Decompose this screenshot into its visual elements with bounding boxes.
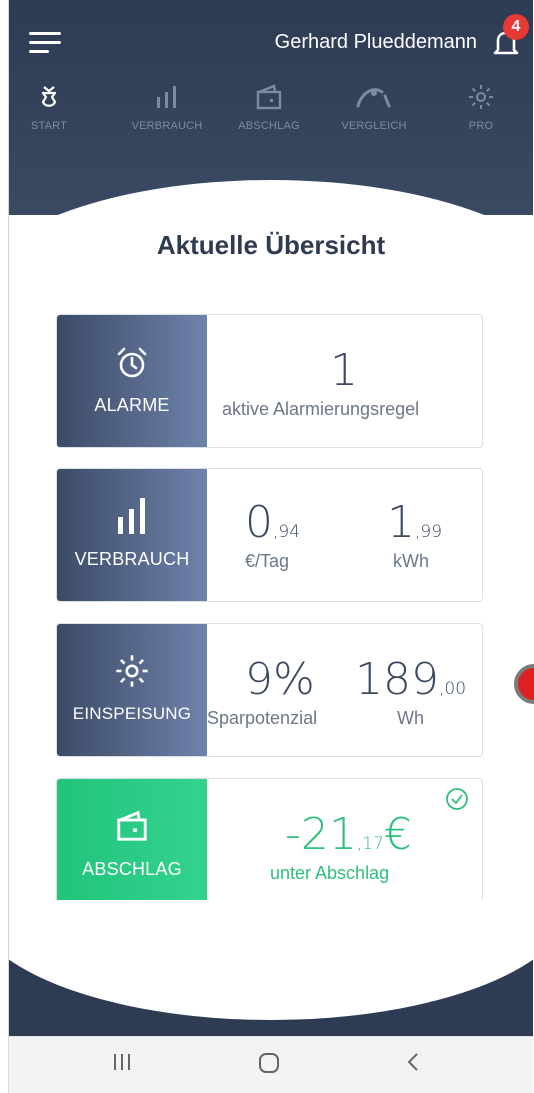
abschlag-dec: ,17 — [356, 834, 384, 854]
abschlag-int: -21 — [285, 809, 357, 860]
energy-dec: ,99 — [415, 522, 443, 542]
nav-start[interactable]: START — [9, 84, 97, 132]
alarm-caption: aktive Alarmierungsregel — [222, 399, 420, 419]
nav-pro[interactable]: PRO — [433, 84, 529, 132]
back-icon — [407, 1053, 418, 1071]
energy-value: 1,99 — [387, 497, 442, 548]
gauge-icon — [356, 88, 391, 108]
top-nav: START VERBRAUCH ABSCHLAG VERGLEICH PRO — [9, 84, 533, 144]
start-icon — [41, 86, 57, 107]
einspeisung-card-header: EINSPEISUNG — [57, 624, 207, 756]
abschlag-label: ABSCHLAG — [82, 859, 182, 879]
bars-icon — [157, 86, 176, 108]
sun-icon — [469, 85, 493, 109]
alarm-clock-icon — [117, 347, 147, 378]
percent-caption: Sparpotenzial — [207, 708, 318, 728]
app-frame: Gerhard Plueddemann 4 START VERBRAUCH AB — [8, 0, 533, 1093]
alarme-card[interactable]: ALARME 1 aktive Alarmierungsregel — [56, 314, 483, 448]
feed-energy-unit: Wh — [397, 708, 424, 728]
abschlag-card[interactable]: ABSCHLAG -21,17€ unter Abschlag — [56, 778, 483, 912]
energy-int: 1 — [387, 497, 415, 548]
list-icon — [152, 980, 192, 1017]
feed-energy-int: 189 — [355, 654, 439, 705]
cost-value: 0,94 — [245, 497, 300, 548]
energy-unit: kWh — [393, 551, 429, 571]
check-circle-icon — [446, 788, 468, 810]
alarme-label: ALARME — [94, 395, 170, 415]
feed-energy-value: 189,00 — [355, 654, 466, 705]
nav-label: ABSCHLAG — [238, 120, 300, 132]
einspeisung-label: EINSPEISUNG — [72, 704, 192, 723]
percent-value: 9% — [245, 654, 315, 705]
wallet-icon — [256, 84, 282, 110]
feed-energy-dec: ,00 — [438, 679, 467, 699]
abschlag-value: -21,17€ — [285, 809, 412, 860]
abschlag-caption: unter Abschlag — [270, 863, 390, 883]
alarme-card-header: ALARME — [57, 315, 207, 447]
system-nav-bar — [9, 1036, 533, 1093]
nav-abschlag[interactable]: ABSCHLAG — [221, 84, 317, 132]
cost-int: 0 — [245, 497, 273, 548]
abschlag-card-header: ABSCHLAG — [57, 779, 207, 911]
abschlag-currency: € — [383, 809, 412, 860]
nav-label: VERGLEICH — [341, 120, 407, 132]
nav-verbrauch[interactable]: VERBRAUCH — [119, 84, 215, 132]
home-button[interactable] — [257, 1051, 281, 1080]
bars-icon — [118, 498, 145, 534]
nav-vergleich[interactable]: VERGLEICH — [326, 84, 422, 132]
recents-icon — [114, 1054, 130, 1070]
cost-dec: ,94 — [273, 522, 301, 542]
footer-label[interactable]: AKTUELLE WERTE — [209, 985, 388, 1007]
menu-icon[interactable] — [29, 30, 61, 54]
nav-label: PRO — [468, 120, 494, 132]
cost-unit: €/Tag — [245, 551, 290, 571]
notification-badge[interactable]: 4 — [503, 14, 529, 40]
nav-label: START — [30, 120, 68, 132]
verbrauch-label: VERBRAUCH — [74, 549, 190, 569]
verbrauch-card-header: VERBRAUCH — [57, 469, 207, 601]
page-title: Aktuelle Übersicht — [156, 230, 386, 260]
sun-icon — [116, 655, 148, 687]
alarm-count: 1 — [330, 345, 358, 396]
recents-button[interactable] — [111, 1051, 133, 1078]
einspeisung-card[interactable]: EINSPEISUNG 9% Sparpotenzial 189,00 Wh — [56, 623, 483, 757]
user-name[interactable]: Gerhard Plueddemann — [275, 30, 477, 54]
verbrauch-card[interactable]: VERBRAUCH 0,94 €/Tag 1,99 kWh — [56, 468, 483, 602]
nav-label: VERBRAUCH — [131, 120, 203, 132]
wallet-icon — [117, 810, 147, 841]
home-icon — [259, 1053, 279, 1073]
back-button[interactable] — [403, 1051, 423, 1078]
